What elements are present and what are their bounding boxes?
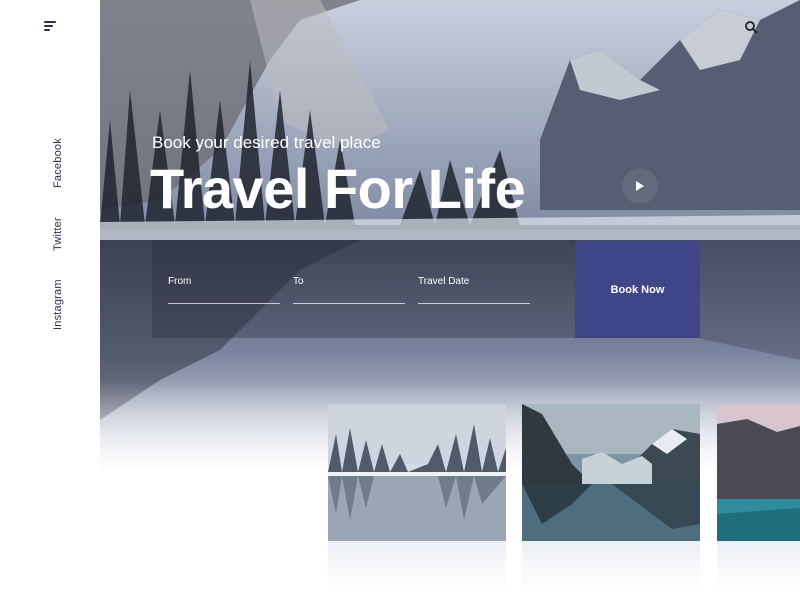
instagram-link[interactable]: Instagram <box>52 279 64 330</box>
card-shadow <box>328 541 506 591</box>
hero-title: Travel For Life <box>150 157 526 220</box>
facebook-link[interactable]: Facebook <box>52 138 64 188</box>
gallery-card-turquoise-lake[interactable] <box>717 404 800 541</box>
travel-date-field: Travel Date <box>418 276 530 304</box>
to-field: To <box>293 276 405 304</box>
to-label: To <box>293 276 304 287</box>
book-now-button[interactable]: Book Now <box>575 241 700 338</box>
hero-image <box>100 0 800 470</box>
card-shadow <box>717 541 800 591</box>
from-field: From <box>168 276 280 304</box>
search-icon[interactable] <box>744 20 758 34</box>
from-label: From <box>168 276 192 287</box>
from-input[interactable] <box>168 287 280 301</box>
menu-icon[interactable] <box>44 21 58 33</box>
twitter-link[interactable]: Twitter <box>52 217 64 251</box>
travel-date-input[interactable] <box>418 287 530 301</box>
travel-date-label: Travel Date <box>418 276 470 287</box>
to-input[interactable] <box>293 287 405 301</box>
hero-subtitle: Book your desired travel place <box>152 133 381 152</box>
play-button[interactable] <box>622 168 658 204</box>
play-icon <box>636 181 644 191</box>
card-shadow <box>522 541 700 591</box>
gallery-card-mountain-lake[interactable] <box>522 404 700 541</box>
sidebar: Facebook Twitter Instagram <box>0 0 100 600</box>
booking-form: From To Travel Date <box>152 240 576 338</box>
gallery-card-misty-lake[interactable] <box>328 404 506 541</box>
